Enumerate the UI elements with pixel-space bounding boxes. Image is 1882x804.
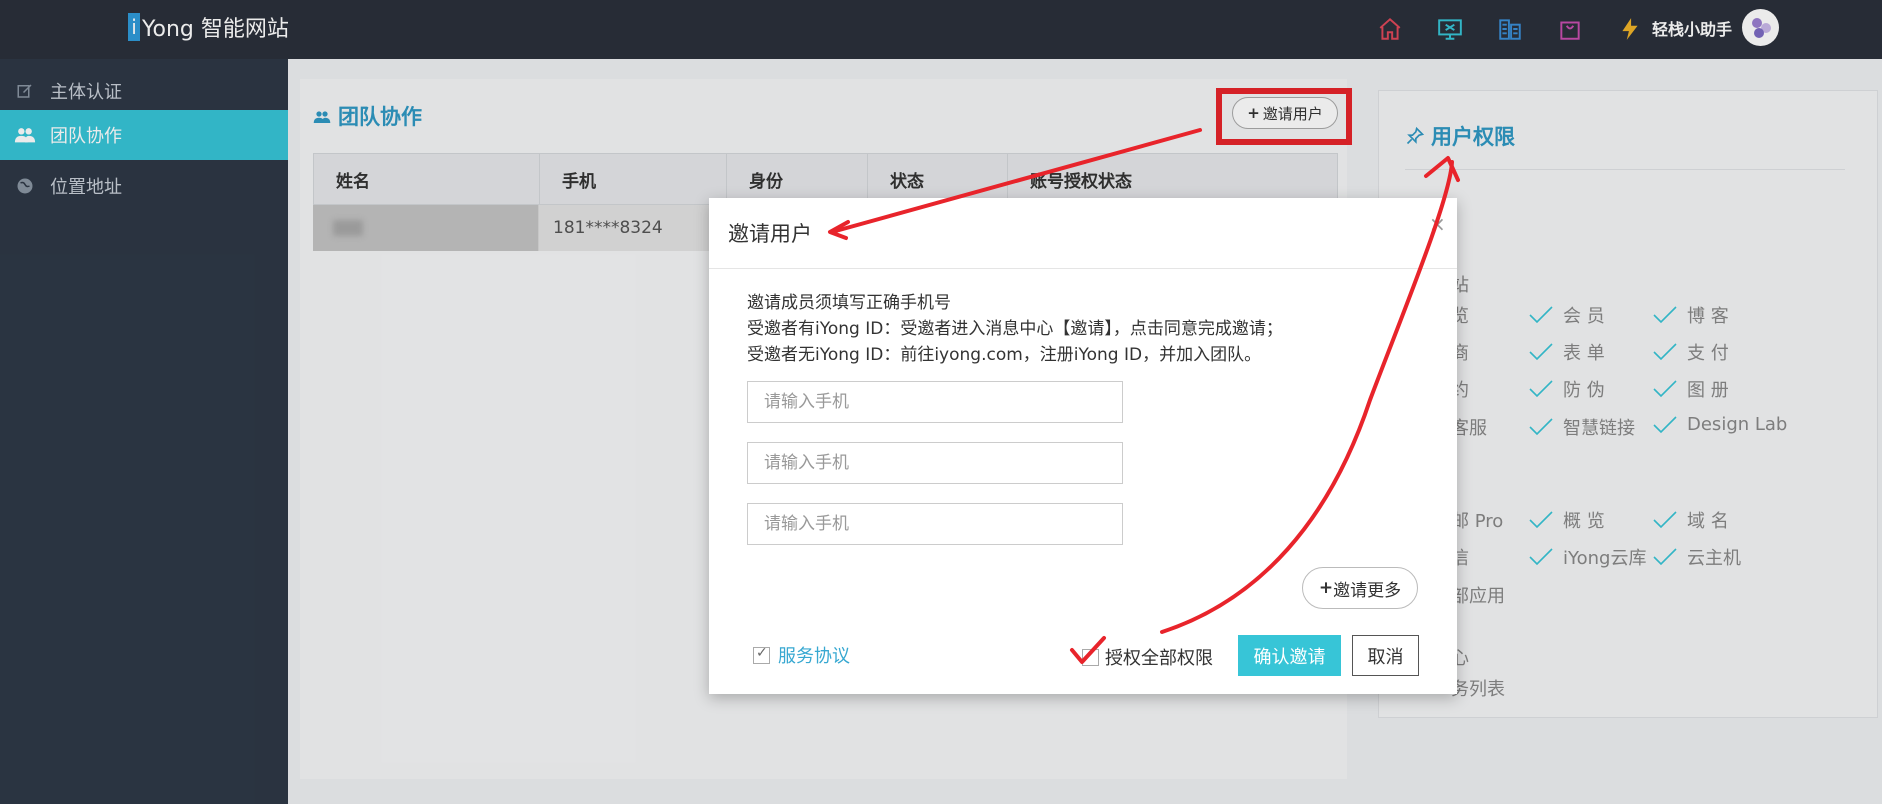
agreement-link[interactable]: 服务协议	[778, 642, 850, 668]
grant-all-permissions[interactable]: 授权全部权限	[1082, 644, 1213, 670]
invite-instructions: 邀请成员须填写正确手机号 受邀者有iYong ID：受邀者进入消息中心【邀请】，…	[747, 290, 1283, 368]
confirm-invite-button[interactable]: 确认邀请	[1238, 635, 1341, 676]
instruction-line: 受邀者有iYong ID：受邀者进入消息中心【邀请】，点击同意完成邀请；	[747, 319, 1283, 339]
close-icon[interactable]: ×	[1429, 212, 1446, 236]
instruction-line: 邀请成员须填写正确手机号	[747, 293, 951, 313]
invite-user-modal: 邀请用户 × 邀请成员须填写正确手机号 受邀者有iYong ID：受邀者进入消息…	[709, 198, 1457, 694]
modal-title: 邀请用户	[728, 222, 812, 246]
grant-all-checkbox[interactable]	[1082, 648, 1099, 666]
agreement-checkbox[interactable]	[753, 645, 770, 664]
cancel-button[interactable]: 取消	[1352, 635, 1419, 676]
invite-more-button[interactable]: + 邀请更多	[1302, 567, 1418, 609]
phone-input[interactable]	[747, 503, 1123, 545]
plus-icon: +	[1318, 578, 1334, 598]
phone-input[interactable]	[747, 442, 1123, 484]
grant-all-label: 授权全部权限	[1105, 648, 1213, 669]
instruction-line: 受邀者无iYong ID：前往iyong.com，注册iYong ID，并加入团…	[747, 345, 1262, 365]
phone-input[interactable]	[747, 381, 1123, 423]
invite-more-label: 邀请更多	[1333, 580, 1402, 601]
divider	[709, 268, 1457, 269]
service-agreement[interactable]: 服务协议	[753, 642, 850, 668]
